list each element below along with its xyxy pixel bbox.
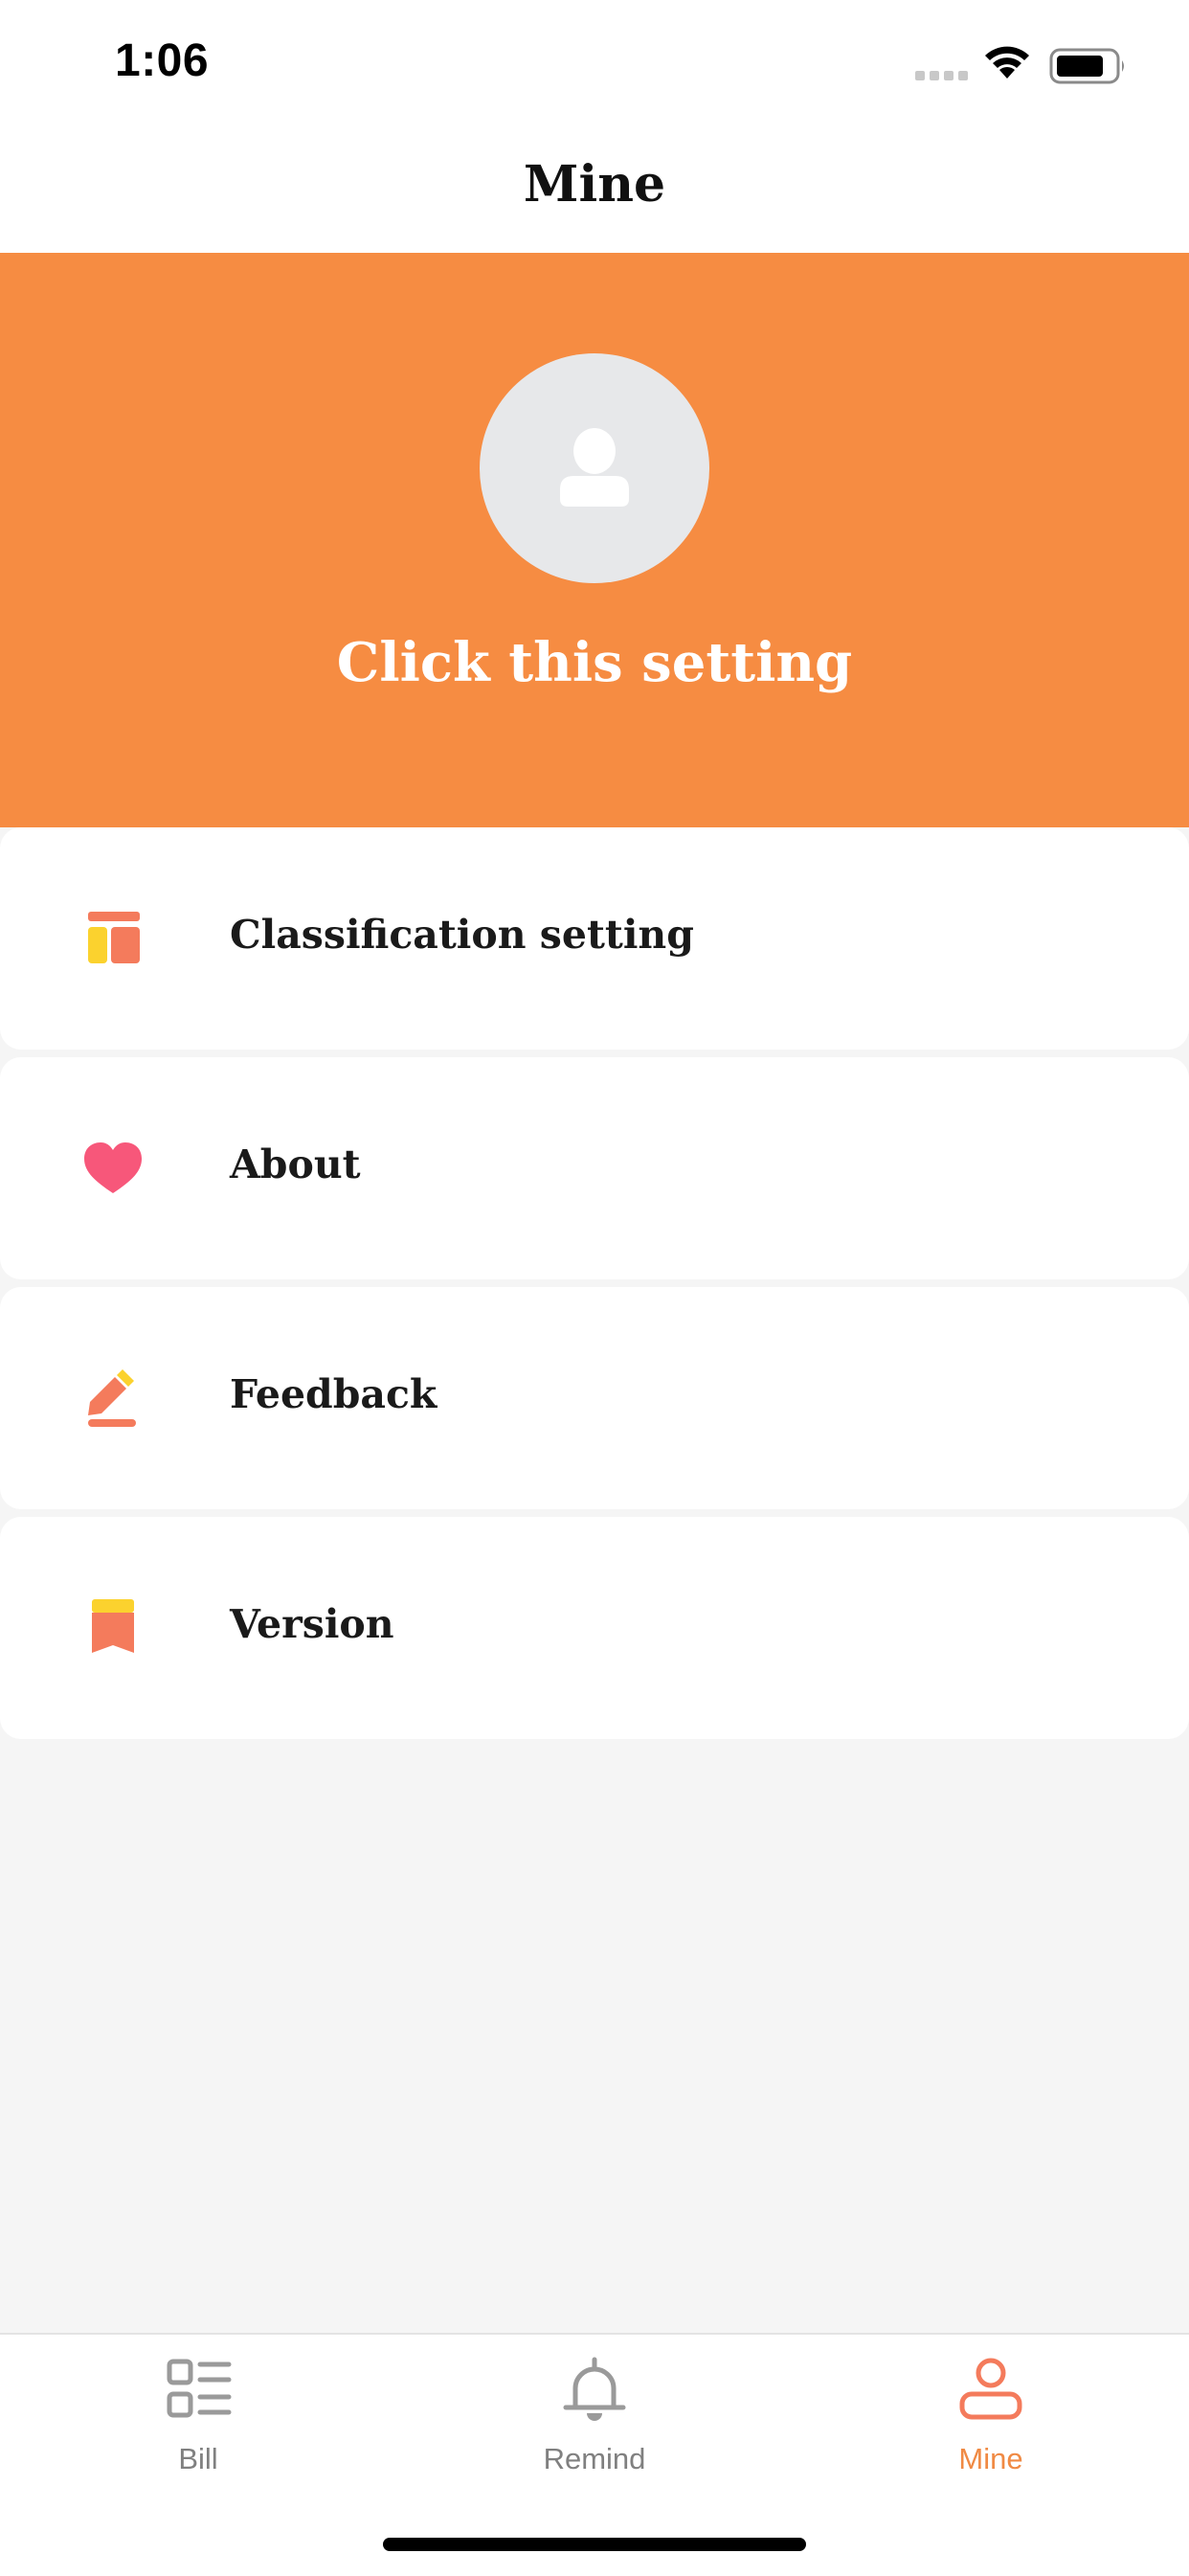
menu-item-feedback[interactable]: Feedback bbox=[0, 1287, 1189, 1509]
menu-item-about[interactable]: About bbox=[0, 1057, 1189, 1279]
tab-label: Mine bbox=[958, 2442, 1023, 2475]
menu-item-classification-setting[interactable]: Classification setting bbox=[0, 827, 1189, 1050]
menu-item-label: Feedback bbox=[230, 1371, 437, 1417]
category-icon bbox=[88, 912, 140, 963]
menu-item-version[interactable]: Version bbox=[0, 1517, 1189, 1739]
edit-icon bbox=[88, 1369, 136, 1427]
wifi-icon bbox=[985, 46, 1029, 79]
page-title: Mine bbox=[523, 155, 666, 214]
person-icon bbox=[959, 2358, 1022, 2420]
menu-item-label: About bbox=[230, 1141, 361, 1187]
tab-label: Bill bbox=[178, 2442, 218, 2475]
cellular-signal-icon bbox=[915, 71, 968, 80]
tab-label: Remind bbox=[543, 2442, 646, 2475]
tab-bill[interactable]: Bill bbox=[0, 2335, 396, 2517]
bookmark-icon bbox=[92, 1599, 134, 1653]
profile-setting-prompt[interactable]: Click this setting bbox=[0, 631, 1189, 694]
bill-list-icon bbox=[167, 2359, 232, 2418]
menu-item-label: Classification setting bbox=[230, 912, 694, 958]
bell-icon bbox=[563, 2357, 626, 2421]
status-bar: 1:06 bbox=[0, 0, 1189, 126]
status-time: 1:06 bbox=[115, 35, 210, 86]
home-indicator[interactable] bbox=[383, 2538, 806, 2551]
user-icon bbox=[560, 428, 629, 507]
tab-mine[interactable]: Mine bbox=[793, 2335, 1189, 2517]
nav-bar: Mine bbox=[0, 126, 1189, 253]
battery-icon bbox=[1049, 48, 1124, 84]
profile-header[interactable]: Click this setting bbox=[0, 253, 1189, 827]
menu-item-label: Version bbox=[230, 1601, 394, 1647]
tab-remind[interactable]: Remind bbox=[396, 2335, 793, 2517]
avatar[interactable] bbox=[480, 353, 709, 583]
heart-icon bbox=[84, 1142, 142, 1193]
